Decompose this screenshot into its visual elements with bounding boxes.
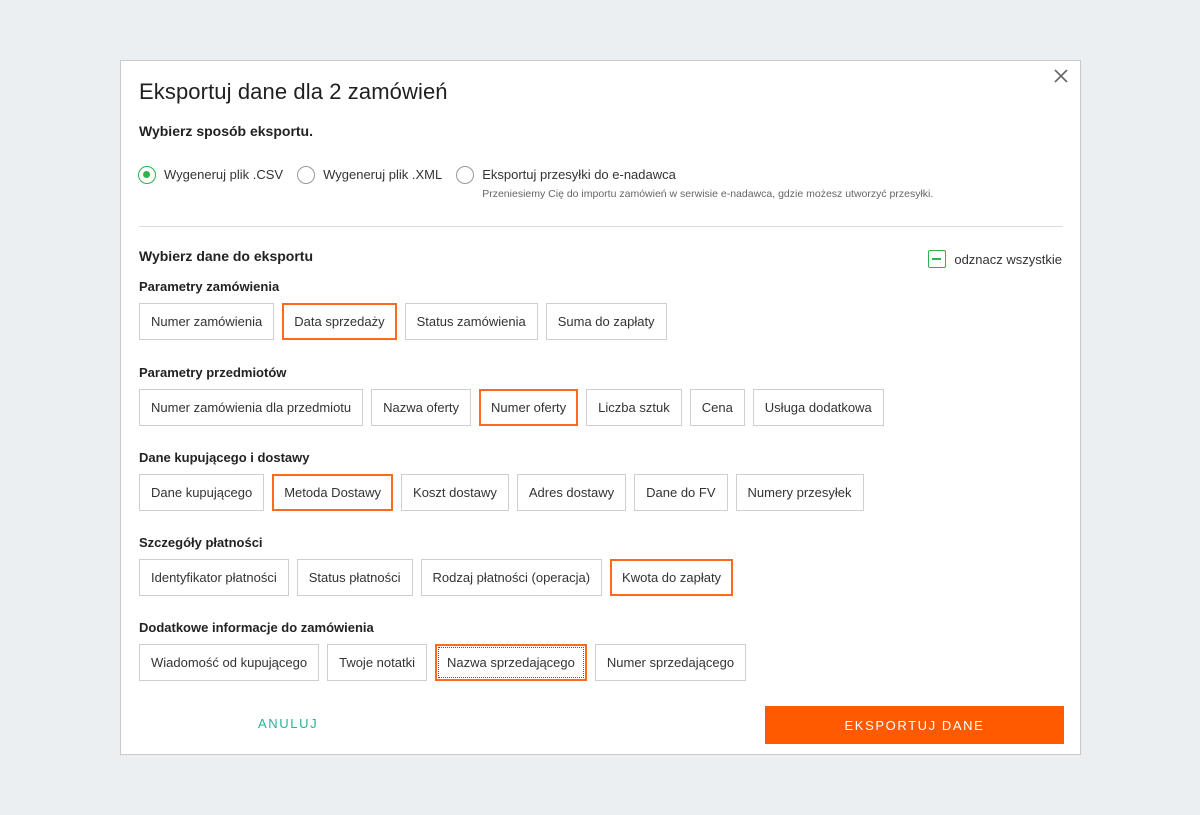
field-chip[interactable]: Rodzaj płatności (operacja): [420, 559, 603, 596]
export-method-title: Wybierz sposób eksportu.: [139, 123, 313, 139]
field-chip[interactable]: Numer oferty: [479, 389, 579, 426]
group-buyer-delivery: Dane kupującego i dostawy Dane kupująceg…: [139, 450, 872, 511]
field-chip[interactable]: Nazwa sprzedającego: [434, 644, 587, 681]
field-chip[interactable]: Kwota do zapłaty: [610, 559, 734, 596]
close-icon: [1054, 69, 1068, 83]
group-title: Dane kupującego i dostawy: [139, 450, 310, 465]
radio-e-nadawca[interactable]: Eksportuj przesyłki do e-nadawca Przenie…: [456, 165, 933, 200]
field-chip[interactable]: Data sprzedaży: [282, 303, 397, 340]
deselect-all-label: odznacz wszystkie: [954, 251, 1062, 267]
export-method-group: Wygeneruj plik .CSV Wygeneruj plik .XML …: [138, 165, 947, 200]
radio-checked-icon[interactable]: [138, 166, 156, 184]
radio-xml-label: Wygeneruj plik .XML: [323, 167, 443, 182]
field-chip[interactable]: Nazwa oferty: [371, 389, 472, 426]
field-chip[interactable]: Dane do FV: [634, 474, 728, 511]
field-chip[interactable]: Koszt dostawy: [401, 474, 509, 511]
deselect-all-toggle[interactable]: odznacz wszystkie: [928, 250, 1062, 268]
radio-e-nadawca-hint: Przeniesiemy Cię do importu zamówień w s…: [482, 188, 934, 200]
field-chip[interactable]: Dane kupującego: [139, 474, 265, 511]
group-payment-details: Szczegóły płatności Identyfikator płatno…: [139, 535, 741, 596]
group-additional-info: Dodatkowe informacje do zamówienia Wiado…: [139, 620, 754, 681]
field-chip[interactable]: Numer zamówienia: [139, 303, 275, 340]
minus-checkbox-icon[interactable]: [928, 250, 947, 268]
radio-unchecked-icon[interactable]: [297, 166, 316, 184]
export-dialog: Eksportuj dane dla 2 zamówień Wybierz sp…: [120, 60, 1081, 755]
field-chip[interactable]: Numery przesyłek: [735, 474, 864, 511]
field-chip[interactable]: Usługa dodatkowa: [752, 389, 884, 426]
field-chip[interactable]: Numer zamówienia dla przedmiotu: [139, 389, 364, 426]
group-order-params: Parametry zamówienia Numer zamówienia Da…: [139, 279, 675, 340]
group-title: Parametry zamówienia: [139, 279, 280, 294]
field-chip[interactable]: Status płatności: [296, 559, 413, 596]
group-title: Szczegóły płatności: [139, 535, 263, 550]
field-chip[interactable]: Liczba sztuk: [586, 389, 682, 426]
field-chip[interactable]: Cena: [689, 389, 745, 426]
field-chip[interactable]: Identyfikator płatności: [139, 559, 289, 596]
radio-e-nadawca-label: Eksportuj przesyłki do e-nadawca: [482, 167, 676, 182]
dialog-title: Eksportuj dane dla 2 zamówień: [139, 79, 448, 104]
group-title: Dodatkowe informacje do zamówienia: [139, 620, 374, 635]
radio-csv[interactable]: Wygeneruj plik .CSV: [138, 165, 283, 185]
field-chip[interactable]: Twoje notatki: [327, 644, 427, 681]
export-button[interactable]: EKSPORTUJ DANE: [765, 706, 1064, 744]
data-section-title: Wybierz dane do eksportu: [139, 248, 313, 264]
field-chip[interactable]: Wiadomość od kupującego: [139, 644, 320, 681]
section-divider: [139, 226, 1063, 227]
radio-unchecked-icon[interactable]: [456, 166, 475, 184]
radio-csv-label: Wygeneruj plik .CSV: [164, 167, 284, 182]
field-chip[interactable]: Status zamówienia: [404, 303, 538, 340]
field-chip[interactable]: Metoda Dostawy: [272, 474, 394, 511]
group-title: Parametry przedmiotów: [139, 365, 287, 380]
radio-xml[interactable]: Wygeneruj plik .XML: [297, 165, 442, 185]
close-button[interactable]: [1048, 63, 1074, 89]
field-chip[interactable]: Numer sprzedającego: [594, 644, 747, 681]
group-item-params: Parametry przedmiotów Numer zamówienia d…: [139, 365, 892, 426]
field-chip[interactable]: Adres dostawy: [516, 474, 627, 511]
field-chip[interactable]: Suma do zapłaty: [545, 303, 667, 340]
cancel-button[interactable]: ANULUJ: [258, 716, 318, 731]
